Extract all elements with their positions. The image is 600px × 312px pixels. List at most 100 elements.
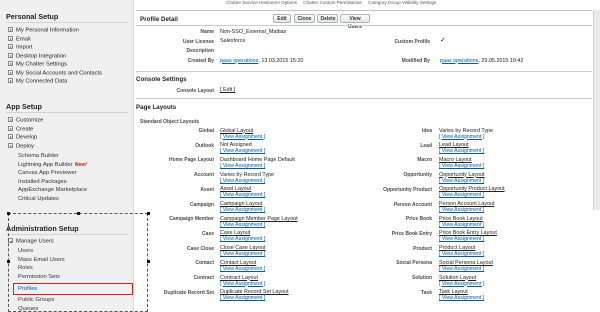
sidebar-item-deploy[interactable]: Deploy: [8, 142, 34, 149]
sidebar-item-schema-builder[interactable]: Schema Builder: [18, 153, 59, 159]
sidebar-item-develop[interactable]: Develop: [8, 134, 37, 141]
sidebar-item-installed-packages[interactable]: Installed Packages: [18, 179, 67, 185]
expand-icon[interactable]: [8, 44, 13, 49]
expand-icon[interactable]: [8, 142, 13, 148]
view-assignment-link[interactable]: [ View Assignment ]: [220, 163, 265, 169]
topbar-link[interactable]: Chatter Service Hostname Options: [226, 0, 297, 5]
layout-label-person-account: Person Account: [393, 201, 432, 208]
description-label: Description: [186, 48, 214, 54]
view-assignment-link[interactable]: [ View Assignment ]: [439, 281, 484, 287]
modified-by-link[interactable]: paas operations: [440, 58, 478, 64]
new-badge: New!: [74, 161, 87, 168]
expand-icon[interactable]: [8, 78, 13, 83]
layout-label-price-book-entry: Price Book Entry: [391, 230, 432, 237]
topbar-link[interactable]: Category Group Visibility Settings: [368, 0, 436, 5]
view-assignment-link[interactable]: [ View Assignment ]: [220, 134, 265, 140]
view-assignment-link[interactable]: [ View Assignment ]: [220, 251, 265, 257]
expand-icon[interactable]: [8, 125, 13, 131]
page-layouts-title: Page Layouts: [136, 104, 177, 111]
divider: [136, 25, 592, 26]
scrollbar[interactable]: [593, 10, 600, 210]
view-assignment-link[interactable]: [ View Assignment ]: [439, 163, 484, 169]
clone-button[interactable]: Clone: [294, 14, 315, 23]
created-by-value: paas operations, 13.03.2015 15:20: [220, 57, 304, 64]
custom-profile-label: Custom Profile: [394, 38, 430, 45]
sidebar-item-personal-information[interactable]: My Personal Information: [8, 27, 79, 34]
related-links-bar: Chatter Service Hostname Options Chatter…: [136, 0, 600, 6]
view-assignment-link[interactable]: [ View Assignment ]: [220, 192, 265, 198]
view-assignment-link[interactable]: [ View Assignment ]: [439, 134, 484, 140]
view-assignment-link[interactable]: [ View Assignment ]: [220, 222, 265, 228]
selection-handle[interactable]: [6, 260, 10, 263]
layout-label-asset: Asset: [200, 186, 214, 193]
layout-label-campaign: Campaign: [189, 201, 214, 208]
view-assignment-link[interactable]: [ View Assignment ]: [220, 236, 265, 242]
expand-icon[interactable]: [8, 52, 13, 58]
view-assignment-link[interactable]: [ View Assignment ]: [439, 236, 484, 242]
divider: [136, 71, 592, 72]
layout-label-home-page-layout: Home Page Layout: [168, 157, 214, 164]
view-assignment-link[interactable]: [ View Assignment ]: [439, 148, 484, 154]
selection-handle[interactable]: [146, 211, 150, 215]
sidebar-item-appexchange[interactable]: AppExchange Marketplace: [18, 187, 87, 193]
topbar-link[interactable]: Chatter Custom Permissions: [303, 0, 361, 5]
sidebar-item-desktop-integration[interactable]: Desktop Integration: [8, 52, 66, 59]
expand-icon[interactable]: [8, 27, 13, 32]
layout-label-task: Task: [420, 289, 432, 296]
view-assignment-link[interactable]: [ View Assignment ]: [439, 295, 484, 301]
layout-label-product: Product: [413, 245, 432, 252]
sidebar-item-email[interactable]: Email: [8, 35, 31, 42]
console-layout-label: Console Layout: [176, 87, 214, 94]
divider: [6, 22, 128, 23]
layout-label-contact: Contact: [195, 260, 214, 267]
layout-label-case: Case: [202, 230, 214, 237]
expand-icon[interactable]: [8, 69, 13, 75]
selection-handle[interactable]: [6, 211, 10, 215]
layout-label-global: Global: [198, 128, 214, 134]
view-assignment-link[interactable]: [ View Assignment ]: [220, 148, 265, 154]
sidebar-item-canvas-app-previewer[interactable]: Canvas App Previewer: [18, 170, 77, 176]
sidebar-item-connected-data[interactable]: My Connected Data: [8, 78, 67, 85]
view-assignment-link[interactable]: [ View Assignment ]: [220, 207, 265, 213]
layout-label-account: Account: [194, 172, 214, 179]
sidebar-item-social-accounts[interactable]: My Social Accounts and Contacts: [8, 69, 102, 76]
view-assignment-link[interactable]: [ View Assignment ]: [220, 295, 265, 301]
expand-icon[interactable]: [8, 35, 13, 41]
view-assignment-link[interactable]: [ View Assignment ]: [439, 207, 484, 213]
sidebar-item-lightning-app-builder[interactable]: Lightning App Builder New!: [18, 162, 87, 168]
delete-button[interactable]: Delete: [317, 14, 338, 23]
user-license-value: Salesforce: [220, 38, 246, 44]
edit-button[interactable]: Edit: [273, 14, 291, 23]
expand-icon[interactable]: [8, 117, 13, 122]
console-edit-link[interactable]: [ Edit ]: [220, 87, 235, 93]
view-assignment-link[interactable]: [ View Assignment ]: [439, 178, 484, 184]
layout-label-case-close: Case Close: [187, 245, 214, 252]
view-assignment-link[interactable]: [ View Assignment ]: [439, 222, 484, 228]
divider: [136, 98, 592, 99]
modified-by-label: Modified By: [401, 58, 430, 64]
view-assignment-link[interactable]: [ View Assignment ]: [220, 281, 265, 287]
view-assignment-link[interactable]: [ View Assignment ]: [439, 251, 484, 257]
divider: [6, 112, 128, 113]
selection-handle[interactable]: [76, 211, 80, 215]
selection-handle[interactable]: [146, 260, 150, 263]
view-users-button[interactable]: View Users: [340, 14, 370, 30]
personal-setup-heading: Personal Setup: [6, 12, 59, 21]
layout-label-outlook: Outlook: [195, 142, 214, 149]
expand-icon[interactable]: [8, 61, 13, 66]
sidebar-item-critical-updates[interactable]: Critical Updates: [18, 196, 59, 202]
name-label: Name: [200, 29, 214, 35]
sidebar-item-create[interactable]: Create: [8, 125, 33, 132]
sidebar-item-import[interactable]: Import: [8, 44, 32, 51]
sidebar-item-chatter-settings[interactable]: My Chatter Settings: [8, 61, 67, 68]
view-assignment-link[interactable]: [ View Assignment ]: [439, 192, 484, 198]
created-by-link[interactable]: paas operations: [220, 58, 258, 64]
sidebar-item-customize[interactable]: Customize: [8, 117, 43, 124]
console-settings-title: Console Settings: [136, 76, 187, 83]
view-assignment-link[interactable]: [ View Assignment ]: [220, 178, 265, 184]
view-assignment-link[interactable]: [ View Assignment ]: [220, 266, 265, 272]
profile-detail-title: Profile Detail: [140, 16, 178, 23]
name-value: Non-SSO_External_Mattias: [220, 28, 287, 35]
view-assignment-link[interactable]: [ View Assignment ]: [439, 266, 484, 272]
expand-icon[interactable]: [8, 134, 13, 139]
